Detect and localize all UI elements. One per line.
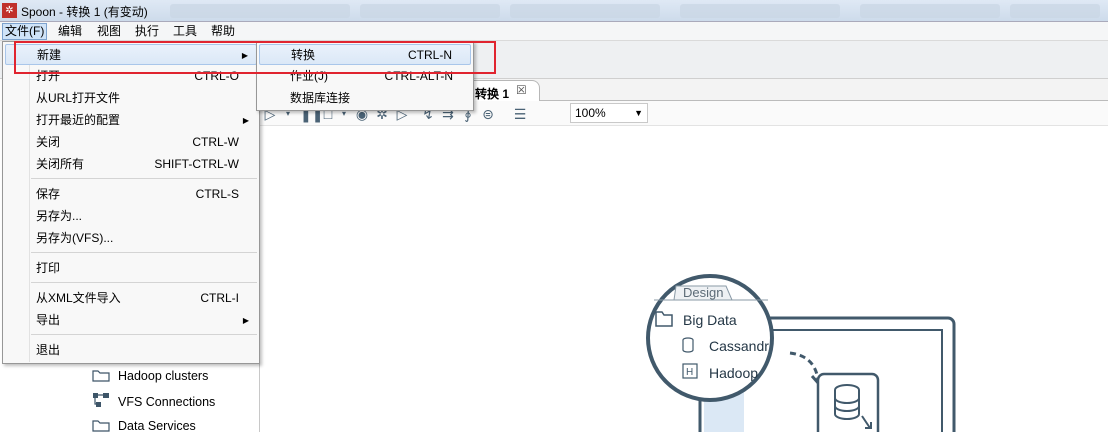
zoom-value: 100% [575, 106, 606, 120]
menu-item-close-all[interactable]: 关闭所有 SHIFT-CTRL-W [5, 154, 257, 175]
close-icon[interactable]: ☒ [516, 83, 527, 97]
background-window-tab [170, 4, 350, 18]
illustration-folder-label: Big Data [683, 312, 737, 328]
menu-edit[interactable]: 编辑 [56, 24, 84, 39]
menu-view[interactable]: 视图 [95, 24, 123, 39]
cassandra-icon [682, 337, 694, 353]
hadoop-icon-letter: H [686, 367, 693, 378]
menu-help[interactable]: 帮助 [209, 24, 237, 39]
menu-separator [31, 334, 257, 335]
background-window-tab [680, 4, 840, 18]
vfs-connections-icon [93, 393, 109, 407]
menu-separator [31, 252, 257, 253]
menu-item-open-url[interactable]: 从URL打开文件 [5, 88, 257, 109]
menu-item-label: 数据库连接 [290, 91, 351, 105]
menu-item-shortcut: CTRL-I [200, 291, 239, 305]
file-menu-dropdown: 新建 ▶ 打开 CTRL-O 从URL打开文件 打开最近的配置 ▶ 关闭 CTR… [2, 41, 260, 364]
menu-item-shortcut: CTRL-W [192, 135, 239, 149]
title-bar: ✲ Spoon - 转换 1 (有变动) [0, 0, 1108, 22]
submenu-item-database-connection[interactable]: 数据库连接 [259, 88, 471, 109]
menu-item-exit[interactable]: 退出 [5, 340, 257, 361]
tree-item-label: Hadoop clusters [118, 369, 209, 383]
tree-item-data-services[interactable]: Data Services [92, 417, 196, 432]
menu-item-label: 另存为(VFS)... [36, 231, 114, 245]
menu-item-label: 打印 [36, 261, 61, 275]
illustration-design-label: Design [683, 285, 723, 300]
background-window-tab [1010, 4, 1100, 18]
tree-item-vfs-connections[interactable]: VFS Connections [92, 392, 215, 410]
illustration-step-label: Cassandr [709, 338, 769, 354]
design-illustration: Design Big Data Cassandr H Hadoop [646, 274, 956, 432]
folder-icon [92, 370, 110, 382]
menu-item-label: 打开最近的配置 [36, 113, 121, 127]
menu-item-label: 保存 [36, 187, 61, 201]
tree-item-label: Data Services [118, 419, 196, 432]
spoon-logo-icon: ✲ [2, 3, 17, 18]
menu-item-save-as-vfs[interactable]: 另存为(VFS)... [5, 228, 257, 249]
menu-item-shortcut: SHIFT-CTRL-W [154, 157, 239, 171]
menu-item-label: 从URL打开文件 [36, 91, 121, 105]
menu-item-save[interactable]: 保存 CTRL-S [5, 184, 257, 205]
menu-item-close[interactable]: 关闭 CTRL-W [5, 132, 257, 153]
menu-separator [31, 178, 257, 179]
menu-item-save-as[interactable]: 另存为... [5, 206, 257, 227]
menu-item-label: 从XML文件导入 [36, 291, 121, 305]
tab-label: 转换 1 [475, 87, 510, 101]
window-title: Spoon - 转换 1 (有变动) [21, 5, 148, 19]
menu-item-import-xml[interactable]: 从XML文件导入 CTRL-I [5, 288, 257, 309]
explore-db-icon[interactable]: ⊜ [480, 106, 496, 122]
background-window-tab [860, 4, 1000, 18]
show-results-icon[interactable]: ☰ [512, 106, 528, 122]
background-window-tab [510, 4, 660, 18]
highlight-annotation-box [14, 41, 496, 74]
submenu-arrow-icon: ▶ [242, 316, 249, 325]
menu-bar: 文件(F) 编辑 视图 执行 工具 帮助 [0, 22, 1108, 41]
menu-run[interactable]: 执行 [133, 24, 161, 39]
tree-item-label: VFS Connections [118, 395, 216, 409]
menu-separator [31, 282, 257, 283]
menu-item-export[interactable]: 导出 ▶ [5, 310, 257, 331]
tree-item-hadoop-clusters[interactable]: Hadoop clusters [92, 367, 208, 385]
illustration-step-label: Hadoop [709, 365, 758, 381]
chevron-down-icon: ▼ [634, 108, 643, 118]
menu-item-print[interactable]: 打印 [5, 258, 257, 279]
folder-icon [92, 420, 110, 432]
zoom-select[interactable]: 100% ▼ [570, 103, 648, 123]
menu-item-label: 另存为... [36, 209, 83, 223]
background-window-tab [360, 4, 500, 18]
menu-item-shortcut: CTRL-S [195, 187, 239, 201]
menu-item-label: 关闭 [36, 135, 61, 149]
menu-item-recent[interactable]: 打开最近的配置 ▶ [5, 110, 257, 131]
menu-file[interactable]: 文件(F) [2, 23, 48, 40]
menu-item-label: 退出 [36, 343, 61, 357]
menu-item-label: 导出 [36, 313, 61, 327]
menu-tools[interactable]: 工具 [171, 24, 199, 39]
menu-item-label: 关闭所有 [36, 157, 85, 171]
submenu-arrow-icon: ▶ [242, 116, 249, 125]
